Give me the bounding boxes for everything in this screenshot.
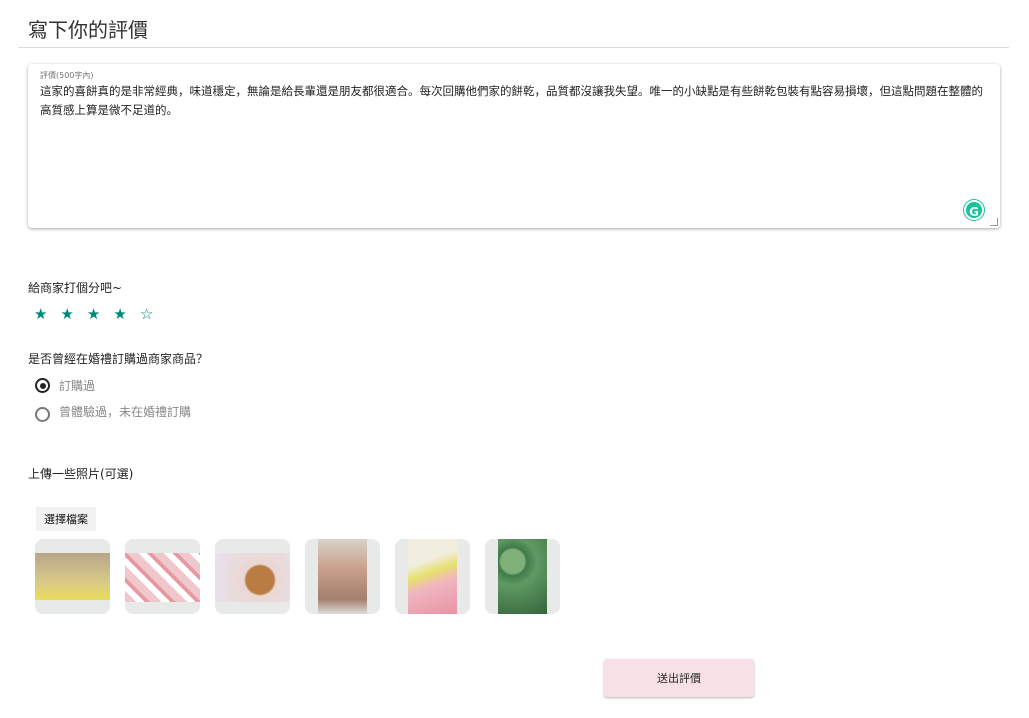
- photo-thumbnail[interactable]: [35, 539, 110, 614]
- star-icon-empty[interactable]: ☆: [140, 305, 153, 323]
- rating-label: 給商家打個分吧~: [28, 281, 123, 295]
- grammarly-icon[interactable]: G: [964, 200, 984, 220]
- radio-label: 曾體驗過，未在婚禮訂購: [59, 405, 192, 419]
- review-textarea[interactable]: 評價(500字內) 這家的喜餅真的是非常經典，味道穩定，無論是給長輩還是朋友都很…: [28, 64, 1000, 228]
- review-text[interactable]: 這家的喜餅真的是非常經典，味道穩定，無論是給長輩還是朋友都很適合。每次回購他們家…: [40, 82, 988, 120]
- star-icon-filled[interactable]: ★: [87, 305, 100, 323]
- star-icon-filled[interactable]: ★: [113, 305, 126, 323]
- submit-review-button[interactable]: 送出評價: [604, 659, 754, 697]
- photo-thumbnails: [35, 539, 560, 614]
- radio-unchecked-icon[interactable]: [35, 407, 50, 422]
- page-title: 寫下你的評價: [28, 18, 148, 42]
- radio-checked-icon[interactable]: [35, 378, 50, 393]
- photo-thumbnail[interactable]: [395, 539, 470, 614]
- resize-handle[interactable]: [990, 218, 998, 226]
- upload-label: 上傳一些照片(可選): [28, 467, 134, 481]
- star-icon-filled[interactable]: ★: [34, 305, 47, 323]
- divider: [18, 47, 1009, 48]
- photo-thumbnail[interactable]: [125, 539, 200, 614]
- photo-thumbnail[interactable]: [485, 539, 560, 614]
- radio-ordered[interactable]: 訂購過: [35, 377, 95, 394]
- purchase-question: 是否曾經在婚禮訂購過商家商品？: [28, 352, 209, 366]
- photo-thumbnail[interactable]: [305, 539, 380, 614]
- radio-label: 訂購過: [59, 379, 96, 393]
- radio-experienced[interactable]: 曾體驗過，未在婚禮訂購: [35, 405, 191, 422]
- photo-thumbnail[interactable]: [215, 539, 290, 614]
- review-label: 評價(500字內): [40, 71, 94, 80]
- star-rating[interactable]: ★ ★ ★ ★ ☆: [34, 305, 153, 323]
- choose-file-button[interactable]: 選擇檔案: [36, 507, 96, 531]
- star-icon-filled[interactable]: ★: [60, 305, 73, 323]
